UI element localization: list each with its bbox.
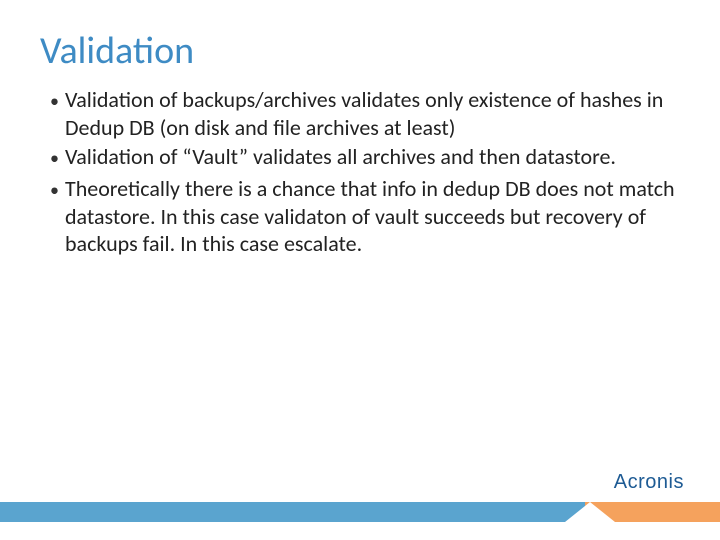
bullet-text: Theoretically there is a chance that inf… bbox=[65, 175, 680, 258]
bullet-item: • Theoretically there is a chance that i… bbox=[50, 175, 680, 258]
footer-bar bbox=[0, 492, 720, 522]
brand-logo: Acronis bbox=[614, 471, 684, 494]
bullet-dot-icon: • bbox=[50, 175, 59, 205]
bullet-dot-icon: • bbox=[50, 143, 59, 173]
footer-triangle-icon bbox=[565, 502, 615, 522]
bullet-item: • Validation of backups/archives validat… bbox=[50, 86, 680, 141]
bullet-item: • Validation of “Vault” validates all ar… bbox=[50, 143, 680, 173]
bullet-text: Validation of “Vault” validates all arch… bbox=[65, 143, 616, 171]
slide-title: Validation bbox=[40, 28, 680, 74]
bullet-dot-icon: • bbox=[50, 86, 59, 116]
slide-content: • Validation of backups/archives validat… bbox=[40, 86, 680, 258]
slide: Validation • Validation of backups/archi… bbox=[0, 0, 720, 540]
footer-bar-blue bbox=[0, 502, 585, 522]
bullet-text: Validation of backups/archives validates… bbox=[65, 86, 680, 141]
